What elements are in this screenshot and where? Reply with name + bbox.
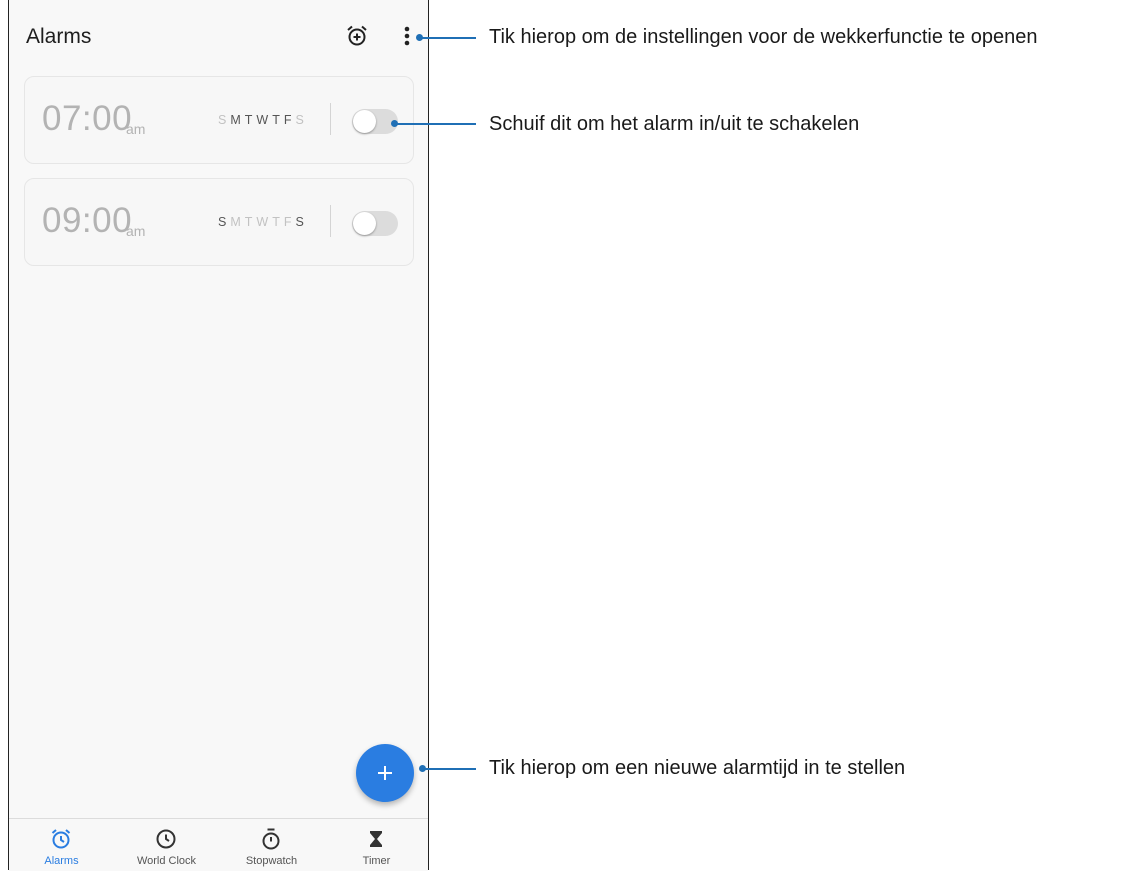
hourglass-icon xyxy=(370,831,382,847)
nav-label: Stopwatch xyxy=(245,855,298,867)
callout-line xyxy=(423,768,476,770)
nav-label: World Clock xyxy=(136,855,197,867)
repeat-days: SMTWTFS xyxy=(218,215,308,229)
add-alarm-button[interactable] xyxy=(356,744,414,802)
plus-icon xyxy=(378,766,392,780)
app-bar: Alarms xyxy=(9,0,428,74)
day-sun: S xyxy=(218,215,231,229)
day-thu: T xyxy=(272,113,284,127)
day-wed: W xyxy=(256,113,273,127)
day-mon: M xyxy=(230,215,245,229)
alarm-time: 07:00 xyxy=(42,99,133,138)
day-fri: F xyxy=(283,113,296,127)
more-vertical-icon[interactable] xyxy=(397,24,417,48)
toggle-knob xyxy=(353,212,376,235)
alarm-add-icon[interactable] xyxy=(345,24,369,48)
day-thu: T xyxy=(272,215,284,229)
repeat-days: SMTWTFS xyxy=(218,113,308,127)
nav-item-timer[interactable]: Timer xyxy=(324,819,429,871)
callout-settings: Tik hierop om de instellingen voor de we… xyxy=(489,26,1038,48)
alarm-ampm: am xyxy=(126,223,146,239)
alarm-clock-icon xyxy=(51,829,71,849)
bottom-nav: Alarms World Clock Stopwatch Timer xyxy=(9,818,428,871)
nav-item-stopwatch[interactable]: Stopwatch xyxy=(219,819,324,871)
day-tue: T xyxy=(244,113,257,127)
nav-item-alarms[interactable]: Alarms xyxy=(9,819,114,871)
day-sat: S xyxy=(295,113,308,127)
callout-line xyxy=(420,37,476,39)
callout-toggle: Schuif dit om het alarm in/uit te schake… xyxy=(489,113,860,135)
page-title: Alarms xyxy=(26,25,92,48)
day-fri: F xyxy=(283,215,296,229)
phone-screen: Alarms 07:00 am SMTWTFS 09:00 am SMTWTFS xyxy=(8,0,429,871)
day-sun: S xyxy=(218,113,231,127)
stopwatch-icon xyxy=(262,828,280,850)
alarm-card[interactable]: 09:00 am SMTWTFS xyxy=(24,178,414,266)
day-sat: S xyxy=(295,215,308,229)
clock-icon xyxy=(156,829,176,849)
nav-item-world-clock[interactable]: World Clock xyxy=(114,819,219,871)
day-tue: T xyxy=(244,215,257,229)
callout-line xyxy=(395,123,476,125)
alarm-toggle[interactable] xyxy=(352,211,398,236)
alarm-ampm: am xyxy=(126,121,146,137)
toggle-knob xyxy=(353,110,376,133)
nav-label: Timer xyxy=(362,855,391,867)
nav-label: Alarms xyxy=(44,855,79,867)
alarm-time: 09:00 xyxy=(42,201,133,240)
divider xyxy=(330,205,331,237)
callout-add: Tik hierop om een nieuwe alarmtijd in te… xyxy=(489,757,906,779)
divider xyxy=(330,103,331,135)
alarm-card[interactable]: 07:00 am SMTWTFS xyxy=(24,76,414,164)
day-mon: M xyxy=(230,113,245,127)
day-wed: W xyxy=(256,215,273,229)
